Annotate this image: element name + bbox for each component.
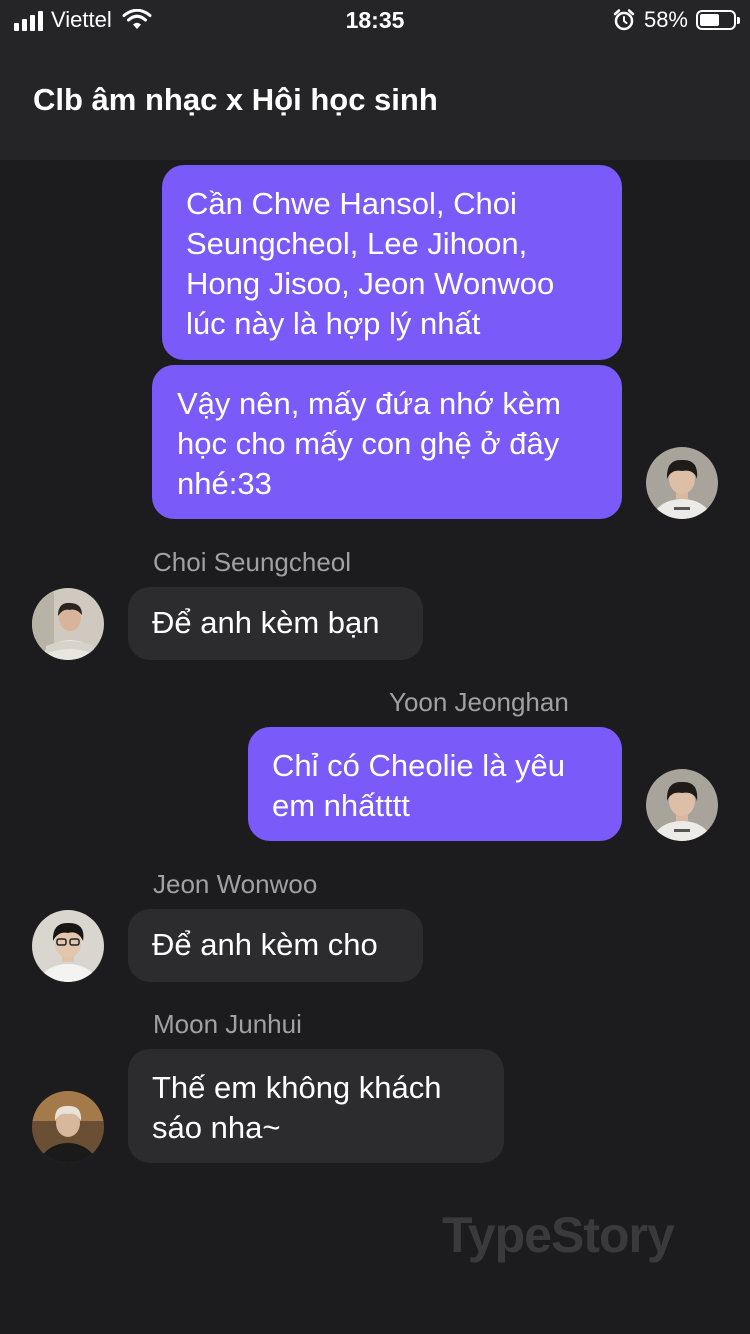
avatar-jeon-wonwoo[interactable] [32,910,104,982]
sender-name: Moon Junhui [153,1009,302,1039]
sender-name: Yoon Jeonghan [389,687,569,717]
chat-title[interactable]: Clb âm nhạc x Hội học sinh [33,82,438,118]
battery-level-fill [700,14,719,26]
outgoing-message-bubble[interactable]: Chỉ có Cheolie là yêu em nhấtttt [248,727,622,841]
outgoing-message-bubble[interactable]: Cần Chwe Hansol, Choi Seungcheol, Lee Ji… [162,165,622,360]
alarm-icon [613,9,635,31]
chat-header: Clb âm nhạc x Hội học sinh [0,40,750,160]
status-left: Viettel [14,7,152,33]
wifi-icon [122,9,152,29]
outgoing-message-bubble[interactable]: Vậy nên, mấy đứa nhớ kèm học cho mấy con… [152,365,622,519]
status-bar: Viettel 18:35 58% [0,0,750,40]
incoming-message-bubble[interactable]: Thế em không khách sáo nha~ [128,1049,504,1163]
status-right: 58% [612,7,740,33]
incoming-message-bubble[interactable]: Để anh kèm bạn [128,587,423,660]
sender-name: Choi Seungcheol [153,547,352,577]
sender-name: Jeon Wonwoo [153,869,318,899]
avatar-yoon-jeonghan[interactable] [646,769,718,841]
battery-percentage: 58% [643,7,688,32]
avatar-moon-junhui[interactable] [32,1091,104,1163]
incoming-message-bubble[interactable]: Để anh kèm cho [128,909,423,982]
battery-icon [696,10,740,30]
avatar-yoon-jeonghan[interactable] [646,447,718,519]
carrier-name: Viettel [51,7,112,32]
avatar-choi-seungcheol[interactable] [32,588,104,660]
chat-screen: Viettel 18:35 58% Clb âm nhạc x Hội học … [0,0,750,1334]
typestory-watermark: TypeStory [442,1207,675,1263]
signal-icon [14,9,43,31]
